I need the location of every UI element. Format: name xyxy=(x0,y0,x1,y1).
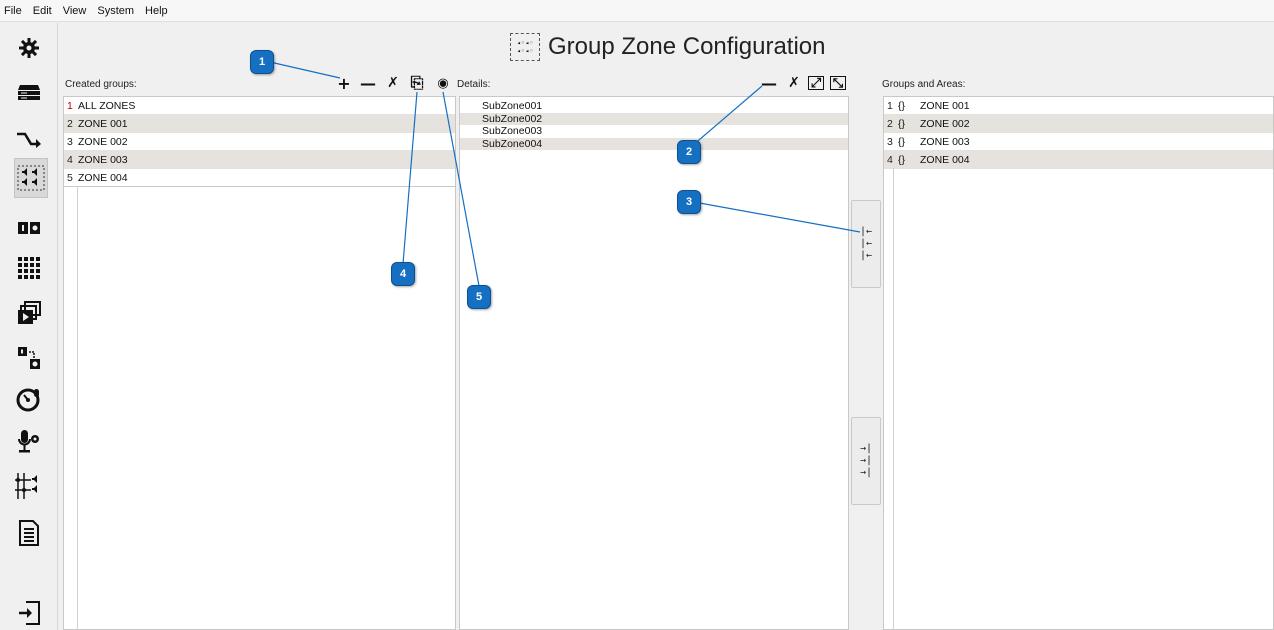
list-item[interactable]: 2{} ZONE 002 xyxy=(884,115,1273,133)
view-icon[interactable]: ◉ xyxy=(434,74,452,92)
details-remove-icon[interactable]: — xyxy=(760,74,778,93)
created-groups-label: Created groups: xyxy=(65,79,137,90)
io-icon[interactable] xyxy=(14,213,44,243)
details-clear-icon[interactable]: ✗ xyxy=(785,74,803,92)
mic-settings-icon[interactable] xyxy=(14,427,44,457)
group-zone-title-icon: ◂◦◂◦ ◂◦◂◦ xyxy=(510,33,540,61)
list-item[interactable]: 4{} ZONE 004 xyxy=(884,151,1273,169)
created-groups-list: 1 ALL ZONES 2 ZONE 001 3 ZONE 002 4 ZONE 003… xyxy=(63,96,456,630)
copy-icon[interactable]: ⎘ xyxy=(408,73,426,92)
media-icon[interactable] xyxy=(14,298,44,328)
groups-and-areas-label: Groups and Areas: xyxy=(882,79,966,90)
callout-2: 2 xyxy=(677,140,701,164)
add-icon[interactable]: + xyxy=(335,74,353,93)
page-title-text: Group Zone Configuration xyxy=(548,33,826,60)
menu-edit[interactable]: Edit xyxy=(33,5,52,17)
created-groups-divider xyxy=(77,186,78,630)
page-title: ◂◦◂◦ ◂◦◂◦ Group Zone Configuration xyxy=(510,30,826,64)
list-item[interactable]: 3{} ZONE 003 xyxy=(884,133,1273,151)
route-icon[interactable] xyxy=(14,124,44,154)
groups-divider xyxy=(893,168,894,630)
tree-item[interactable]: SubZone004 xyxy=(460,137,848,150)
details-label: Details: xyxy=(457,79,491,90)
list-item[interactable]: 5 ZONE 004 xyxy=(64,169,455,187)
document-icon[interactable] xyxy=(14,518,44,548)
gear-icon[interactable] xyxy=(14,33,44,63)
add-to-group-button[interactable]: |← |← |← xyxy=(851,200,881,288)
menu-bar: File Edit View System Help xyxy=(0,0,1274,22)
remove-from-group-button[interactable]: →| →| →| xyxy=(851,417,881,505)
tree-item[interactable]: SubZone001 xyxy=(460,100,848,113)
list-item[interactable]: 2 ZONE 001 xyxy=(64,115,455,133)
groups-and-areas-list: 1{} ZONE 001 2{} ZONE 002 3{} ZONE 003 4{} Z… xyxy=(883,96,1274,630)
logout-icon[interactable] xyxy=(14,598,44,628)
callout-3: 3 xyxy=(677,190,701,214)
list-item[interactable]: 4 ZONE 003 xyxy=(64,151,455,169)
matrix-icon[interactable] xyxy=(14,253,44,283)
callout-4: 4 xyxy=(391,262,415,286)
tree-item[interactable]: SubZone003 xyxy=(460,125,848,138)
mapping-icon[interactable] xyxy=(14,343,44,373)
menu-view[interactable]: View xyxy=(63,5,87,17)
collapse-icon[interactable]: ⤡ xyxy=(830,76,846,91)
remove-icon[interactable]: — xyxy=(359,74,377,93)
list-item[interactable]: 1 ALL ZONES xyxy=(64,97,455,115)
server-icon[interactable] xyxy=(14,78,44,108)
expand-icon[interactable]: ⤢ xyxy=(808,76,824,91)
app-window: File Edit View System Help ◂◦◂◦ ◂◦◂◦ Gro… xyxy=(0,0,1274,630)
callout-5: 5 xyxy=(467,285,491,309)
callout-1: 1 xyxy=(250,50,274,74)
gauge-icon[interactable] xyxy=(14,385,44,415)
menu-help[interactable]: Help xyxy=(145,5,168,17)
list-item[interactable]: 3 ZONE 002 xyxy=(64,133,455,151)
details-tree: SubZone001 SubZone002 SubZone003 SubZone… xyxy=(459,96,849,630)
mixer-icon[interactable] xyxy=(14,471,44,501)
menu-file[interactable]: File xyxy=(4,5,22,17)
menu-system[interactable]: System xyxy=(97,5,134,17)
tree-item[interactable]: SubZone002 xyxy=(460,112,848,125)
clear-icon[interactable]: ✗ xyxy=(384,74,402,92)
group-zone-icon[interactable] xyxy=(14,158,48,198)
list-item[interactable]: 1{} ZONE 001 xyxy=(884,97,1273,115)
side-nav xyxy=(0,23,58,630)
